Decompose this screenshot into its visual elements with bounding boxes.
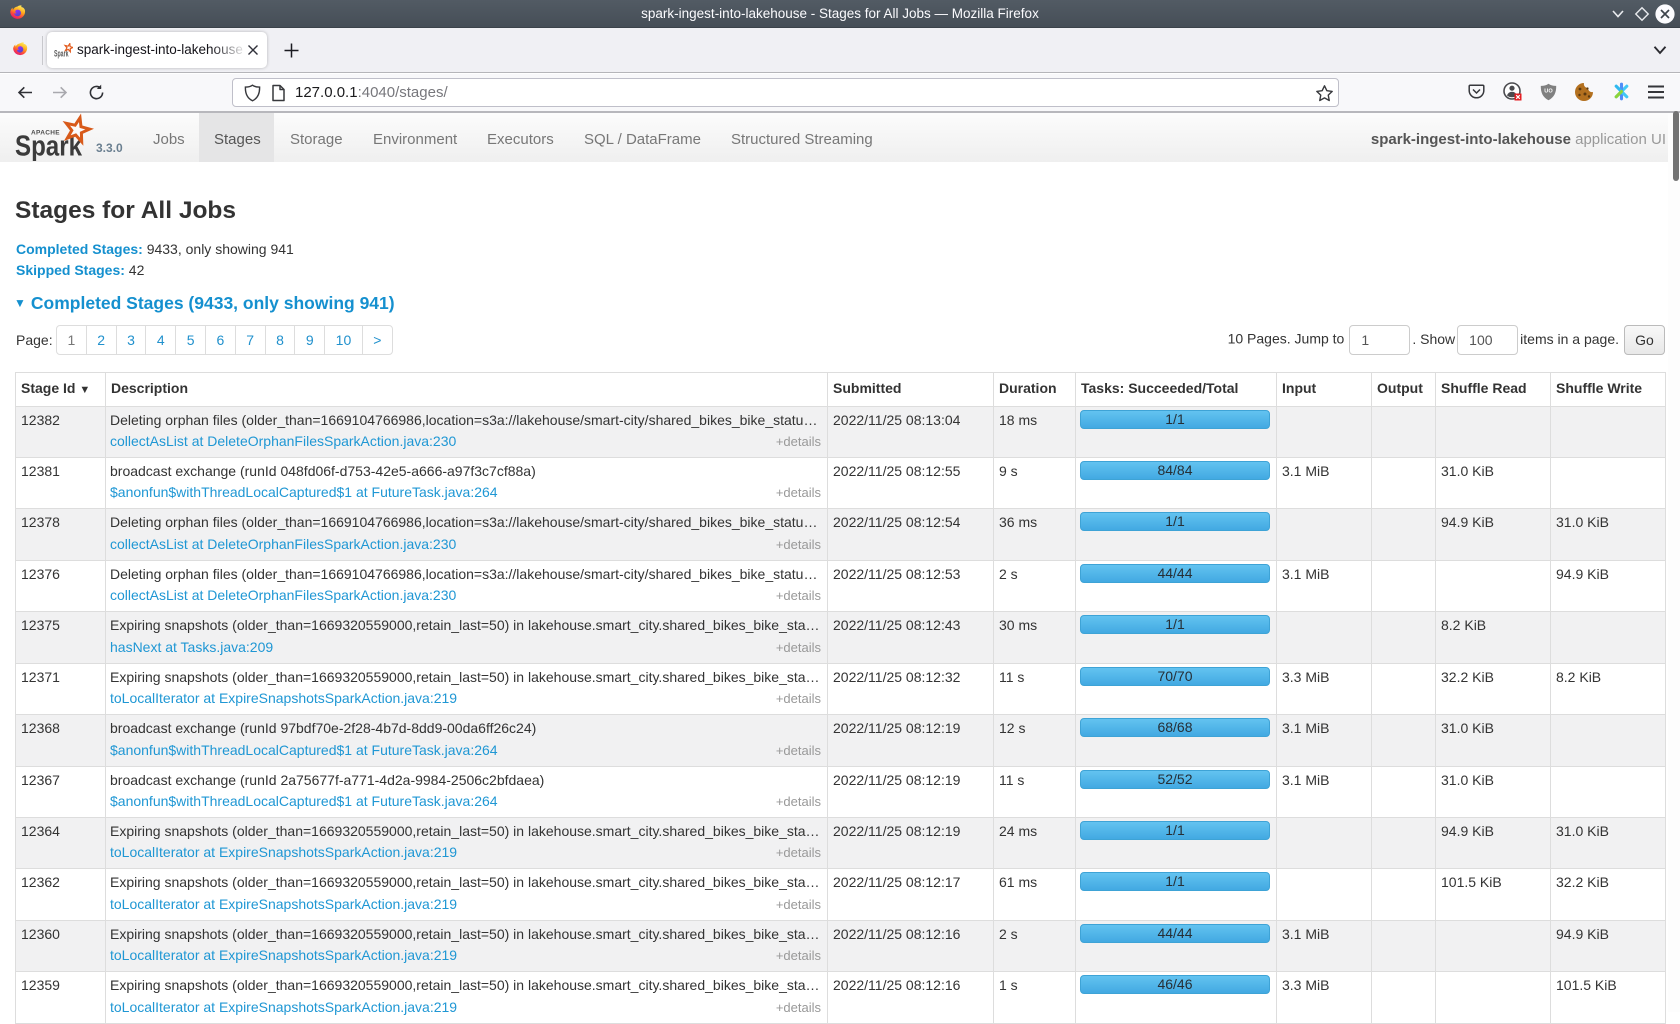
svg-text:UO: UO xyxy=(1544,89,1553,95)
